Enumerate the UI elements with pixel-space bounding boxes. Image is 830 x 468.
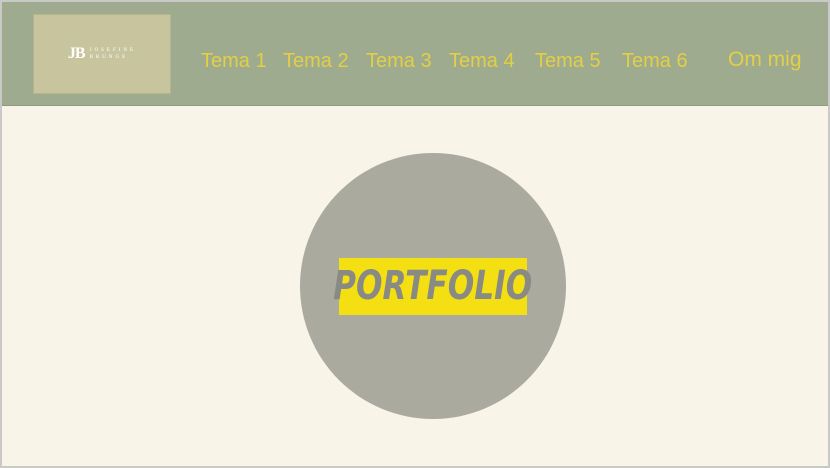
nav-tema-6[interactable]: Tema 6: [622, 50, 688, 73]
portfolio-circle: PORTFOLIO: [300, 153, 566, 419]
nav-tema-4[interactable]: Tema 4: [449, 50, 515, 73]
portfolio-title: PORTFOLIO: [333, 263, 533, 309]
nav-tema-1[interactable]: Tema 1: [201, 50, 267, 73]
site-logo[interactable]: JB JOSEFINE BRUNGE: [33, 14, 171, 94]
logo-monogram: JB: [67, 45, 86, 62]
logo-name-line2: BRUNGE: [89, 55, 129, 60]
nav-tema-3[interactable]: Tema 3: [366, 50, 432, 73]
nav-om-mig[interactable]: Om mig: [728, 48, 802, 72]
logo-name: JOSEFINE BRUNGE: [90, 47, 137, 61]
nav-tema-2[interactable]: Tema 2: [283, 50, 349, 73]
nav-tema-5[interactable]: Tema 5: [535, 50, 601, 73]
site-header: JB JOSEFINE BRUNGE Tema 1 Tema 2 Tema 3 …: [2, 2, 828, 106]
portfolio-badge: PORTFOLIO: [333, 257, 533, 315]
logo-name-line1: JOSEFINE: [89, 48, 137, 53]
